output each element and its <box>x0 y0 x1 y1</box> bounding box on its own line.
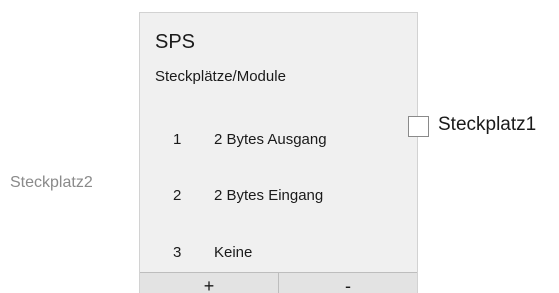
add-slot-button[interactable]: + <box>140 273 279 293</box>
slot-label: 2 Bytes Ausgang <box>214 131 327 148</box>
slot-row-2[interactable]: 2 2 Bytes Eingang <box>140 187 417 211</box>
steckplatz2-label: Steckplatz2 <box>10 174 93 191</box>
panel-subtitle: Steckplätze/Module <box>155 68 286 85</box>
panel-title: SPS <box>155 31 196 53</box>
slot-row-3[interactable]: 3 Keine <box>140 244 417 268</box>
sps-module-panel: SPS Steckplätze/Module 1 2 Bytes Ausgang… <box>139 12 418 293</box>
slot-label: Keine <box>214 244 253 261</box>
steckplatz1-label: Steckplatz1 <box>438 114 537 135</box>
slot-row-1[interactable]: 1 2 Bytes Ausgang <box>140 131 417 155</box>
slot-button-bar: + - <box>140 272 417 293</box>
slot-number: 3 <box>173 244 182 261</box>
slot-number: 2 <box>173 187 182 204</box>
canvas: Steckplatz2 SPS Steckplätze/Module 1 2 B… <box>0 0 559 293</box>
slot-label: 2 Bytes Eingang <box>214 187 324 204</box>
steckplatz1-checkbox[interactable] <box>408 116 429 137</box>
slot-number: 1 <box>173 131 182 148</box>
remove-slot-button[interactable]: - <box>279 273 417 293</box>
